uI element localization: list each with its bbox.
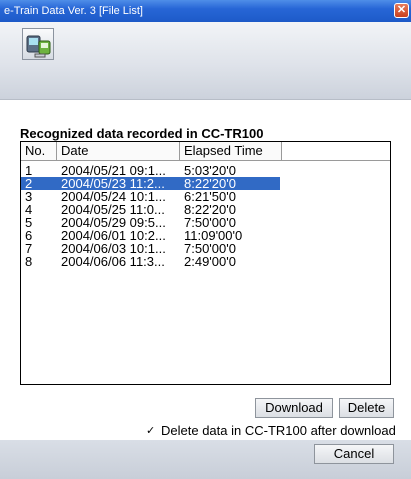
title-bar: e-Train Data Ver. 3 [File List] ✕: [0, 0, 411, 22]
delete-after-download-label: Delete data in CC-TR100 after download: [161, 423, 396, 438]
column-header-no[interactable]: No.: [21, 142, 57, 161]
column-header-elapsed-time[interactable]: Elapsed Time: [180, 142, 282, 161]
toolbar: [0, 22, 411, 100]
close-button[interactable]: ✕: [394, 3, 409, 18]
list-header: No. Date Elapsed Time: [21, 142, 390, 161]
row-number: 8: [25, 254, 33, 269]
page-title: Recognized data recorded in CC-TR100: [20, 126, 264, 141]
list-row[interactable]: 8 2004/06/06 11:3... 2:49'00'0: [21, 255, 390, 268]
close-icon: ✕: [396, 4, 407, 16]
file-list[interactable]: No. Date Elapsed Time 1 2004/05/21 09:1..…: [20, 141, 391, 385]
column-header-filler: [282, 142, 390, 161]
device-transfer-icon: [26, 35, 51, 58]
window-title: e-Train Data Ver. 3 [File List]: [4, 5, 143, 17]
delete-button[interactable]: Delete: [339, 398, 394, 418]
device-transfer-button[interactable]: [22, 28, 54, 60]
delete-after-download-checkbox[interactable]: ✓: [146, 424, 156, 438]
download-button[interactable]: Download: [255, 398, 333, 418]
row-elapsed-time: 2:49'00'0: [184, 254, 236, 269]
column-header-date[interactable]: Date: [57, 142, 180, 161]
cancel-button[interactable]: Cancel: [314, 444, 394, 464]
row-date: 2004/06/06 11:3...: [61, 254, 165, 269]
